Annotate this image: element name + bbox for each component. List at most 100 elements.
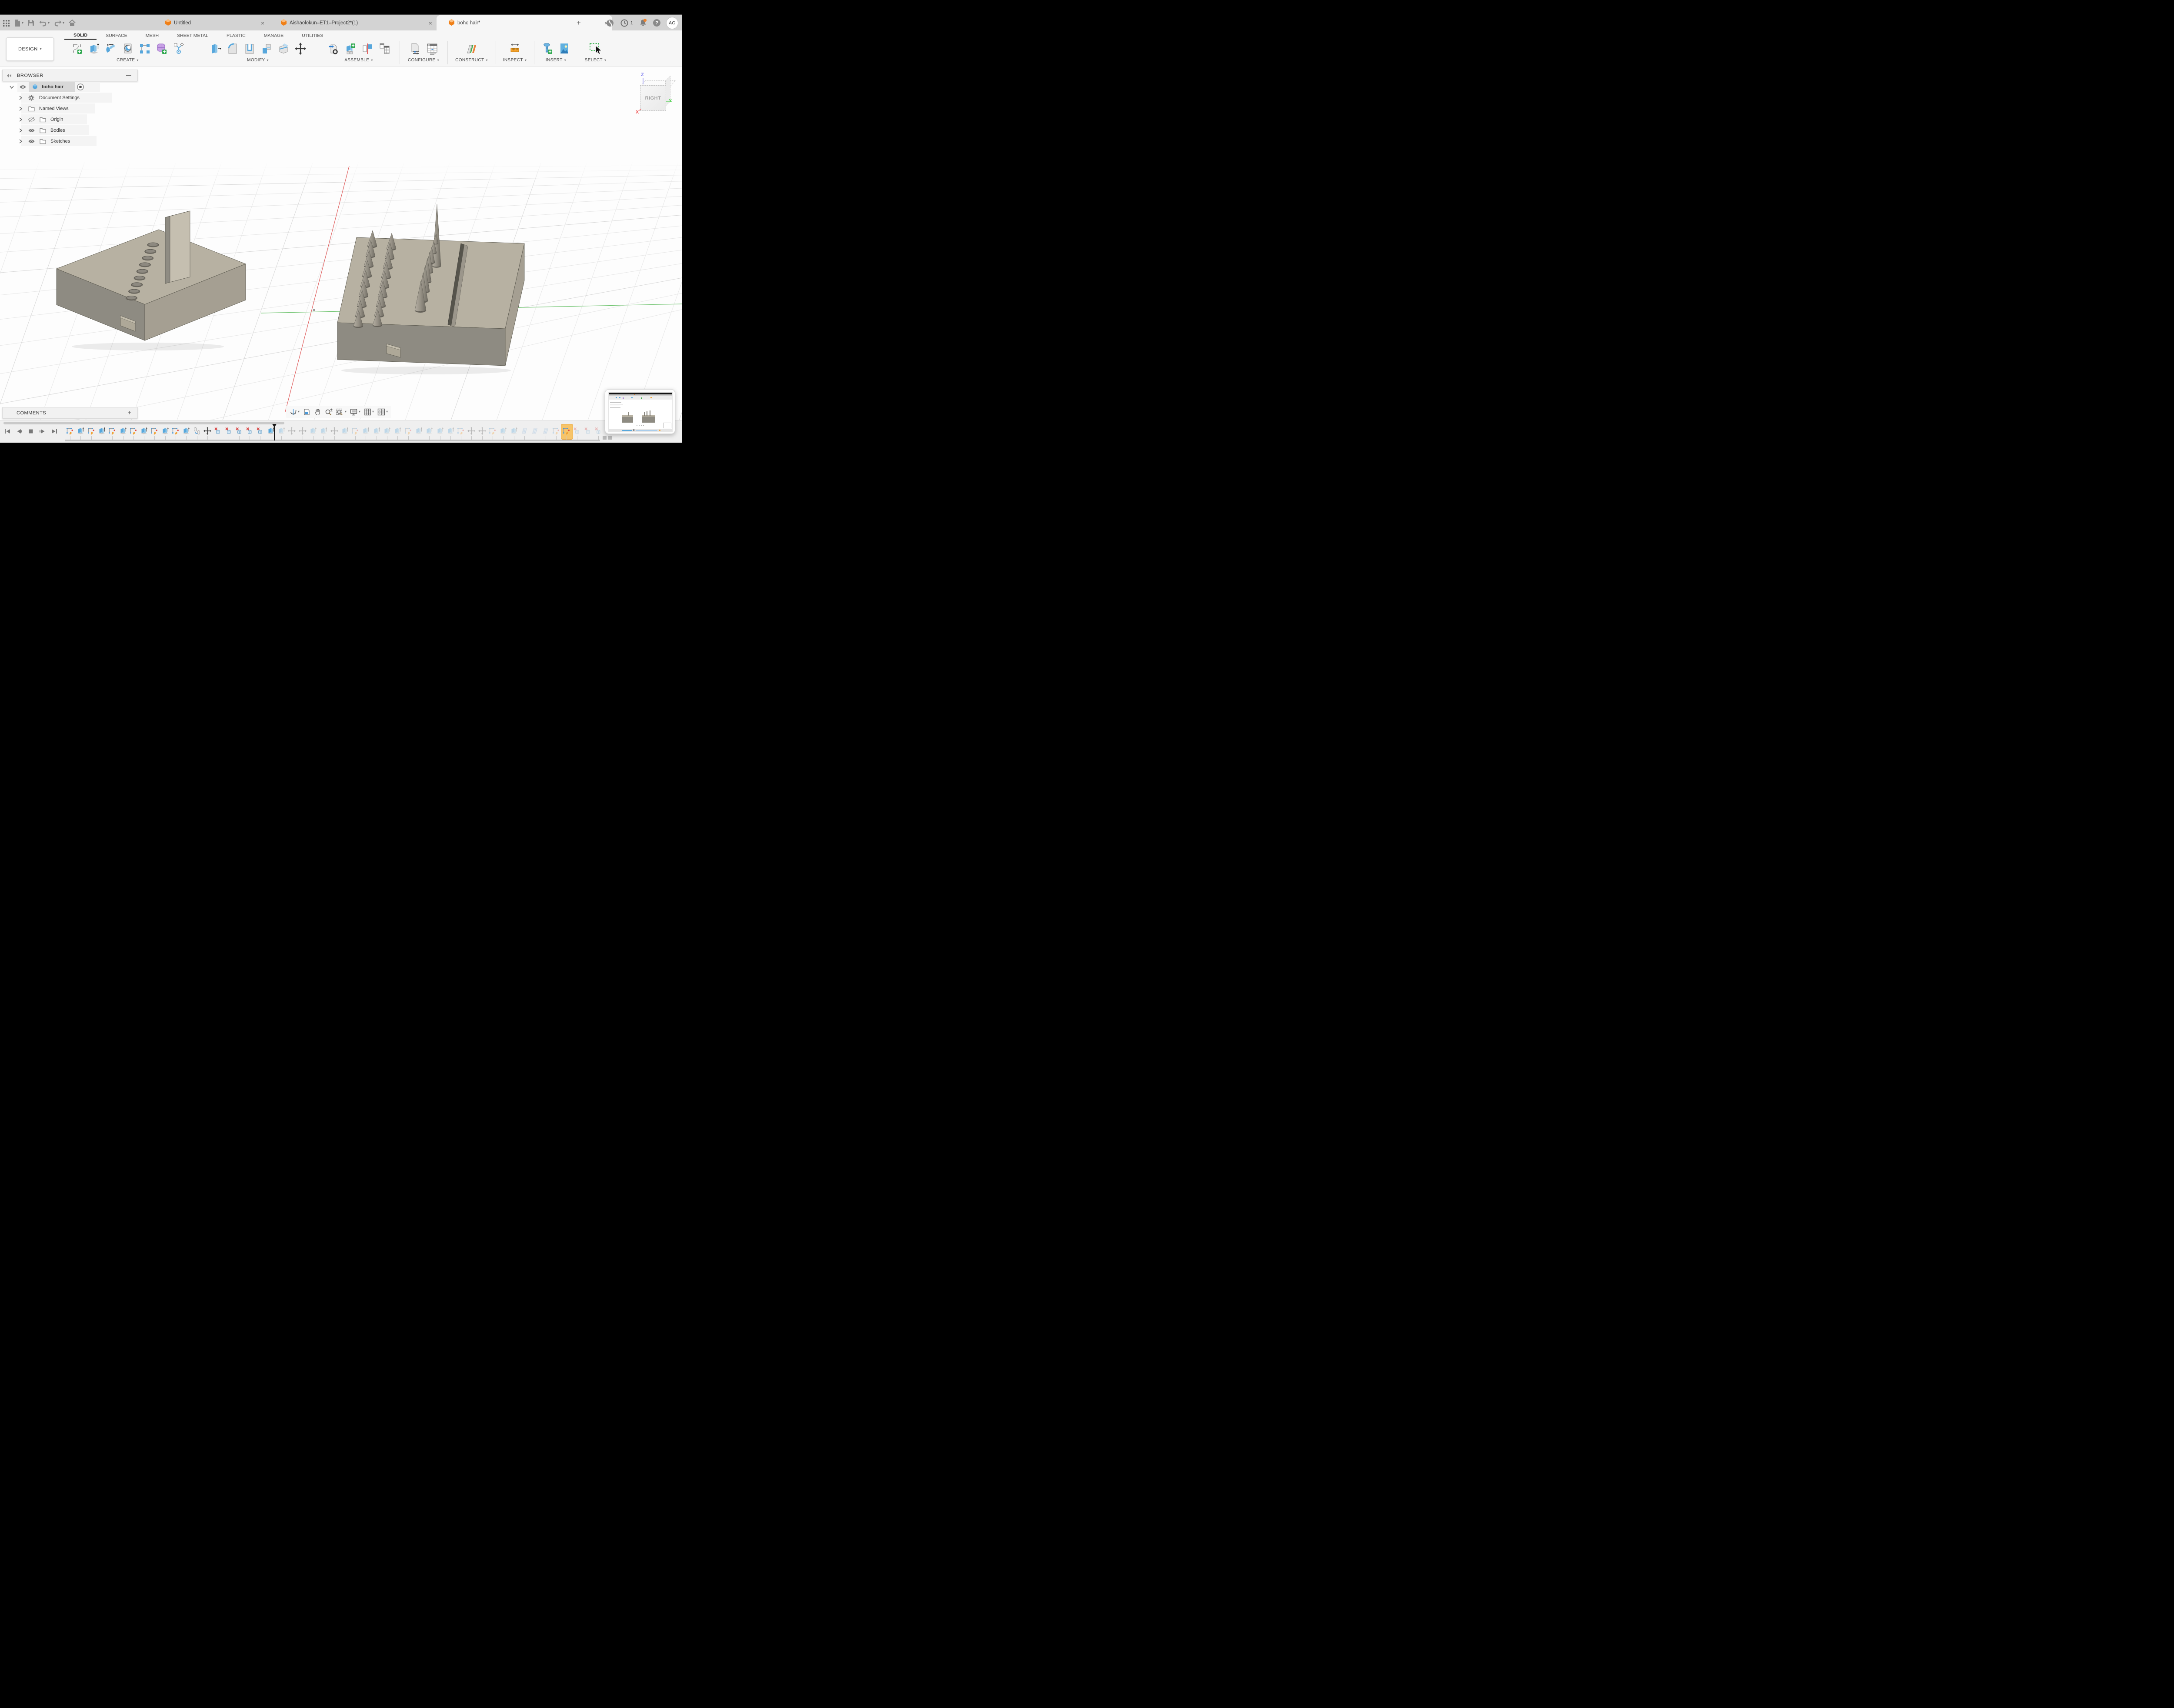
- timeline-feature-extrude[interactable]: [361, 427, 370, 435]
- design-workspace-dropdown[interactable]: DESIGN ▾: [6, 37, 54, 61]
- timeline-feature-extrude[interactable]: [393, 427, 402, 435]
- timeline-feature-sketch[interactable]: [351, 427, 360, 435]
- timeline-feature-extrude[interactable]: [319, 427, 328, 435]
- ribbon-tab-solid[interactable]: SOLID: [64, 30, 97, 40]
- timeline-feature-sketch[interactable]: [488, 427, 497, 435]
- timeline-feature-sketch[interactable]: [150, 427, 159, 435]
- timeline-feature-extrude[interactable]: [182, 427, 190, 435]
- configuration-table-button[interactable]: [427, 43, 438, 55]
- timeline-feature-extrude[interactable]: [161, 427, 170, 435]
- timeline-feature-plane[interactable]: [530, 427, 539, 435]
- insert-fastener-button[interactable]: [542, 43, 553, 55]
- timeline-feature-sketch[interactable]: [66, 427, 74, 435]
- expander-icon[interactable]: [17, 93, 23, 103]
- timeline-feature-move[interactable]: [298, 427, 307, 435]
- save-button[interactable]: [27, 19, 35, 27]
- timeline-feature-copy[interactable]: [193, 427, 201, 435]
- combine-button[interactable]: [261, 43, 272, 55]
- timeline-feature-plane[interactable]: [520, 427, 529, 435]
- timeline-feature-move[interactable]: [478, 427, 487, 435]
- timeline-feature-extrude[interactable]: [383, 427, 391, 435]
- derive-button[interactable]: [173, 43, 184, 55]
- group-label-create[interactable]: CREATE ▾: [57, 58, 198, 63]
- timeline-feature-extrude[interactable]: [425, 427, 433, 435]
- job-status-icon[interactable]: [606, 19, 614, 27]
- ribbon-tab-surface[interactable]: SURFACE: [97, 30, 137, 40]
- revolve-button[interactable]: [105, 43, 117, 55]
- timeline-feature-sketch[interactable]: [562, 427, 571, 435]
- playback-stop-button[interactable]: [28, 428, 34, 437]
- visibility-eye-icon[interactable]: [28, 136, 35, 146]
- ribbon-tab-mesh[interactable]: MESH: [137, 30, 168, 40]
- group-label-insert[interactable]: INSERT ▾: [534, 58, 578, 63]
- view-cube-face-label[interactable]: RIGHT: [640, 85, 666, 111]
- expander-icon[interactable]: [17, 125, 23, 135]
- timeline-feature-sketch[interactable]: [129, 427, 138, 435]
- ribbon-tab-plastic[interactable]: PLASTIC: [217, 30, 255, 40]
- notifications-icon[interactable]: [639, 18, 647, 27]
- version-history-icon[interactable]: 1: [620, 19, 633, 27]
- group-label-assemble[interactable]: ASSEMBLE ▾: [318, 58, 400, 63]
- move-copy-button[interactable]: [294, 43, 306, 55]
- timeline-feature-extrude[interactable]: [446, 427, 455, 435]
- timeline-feature-extrude[interactable]: [414, 427, 423, 435]
- timeline-feature-delete[interactable]: [256, 427, 264, 435]
- minimize-icon[interactable]: [126, 75, 131, 76]
- group-label-inspect[interactable]: INSPECT ▾: [496, 58, 534, 63]
- home-button[interactable]: [68, 19, 76, 27]
- timeline-feature-delete[interactable]: [224, 427, 233, 435]
- redo-button[interactable]: ▾: [53, 19, 64, 27]
- timeline-feature-move[interactable]: [203, 427, 212, 435]
- timeline-feature-delete[interactable]: [235, 427, 243, 435]
- timeline-feature-extrude[interactable]: [140, 427, 148, 435]
- document-tab-2[interactable]: Aishaolokun–ET1–Project2*(1) ×: [269, 15, 437, 30]
- split-body-button[interactable]: [278, 43, 289, 55]
- new-component-button[interactable]: [345, 43, 356, 55]
- timeline-feature-move[interactable]: [467, 427, 476, 435]
- comments-bar[interactable]: COMMENTS +: [2, 407, 138, 419]
- ribbon-tab-sheet-metal[interactable]: SHEET METAL: [168, 30, 217, 40]
- expander-icon[interactable]: [17, 103, 23, 113]
- screen-preview-window[interactable]: [605, 389, 675, 434]
- canvas-button[interactable]: [559, 43, 570, 55]
- timeline-feature-sketch[interactable]: [108, 427, 117, 435]
- look-at-tool[interactable]: [303, 408, 310, 416]
- visibility-eye-icon[interactable]: [19, 82, 27, 92]
- close-tab-icon[interactable]: ×: [423, 20, 432, 27]
- timeline-feature-extrude[interactable]: [277, 427, 286, 435]
- timeline-feature-extrude[interactable]: [119, 427, 127, 435]
- insert-link-button[interactable]: [328, 43, 339, 55]
- account-icon[interactable]: AO: [666, 17, 678, 29]
- browser-panel-header[interactable]: BROWSER: [2, 70, 138, 81]
- timeline-feature-move[interactable]: [330, 427, 339, 435]
- construct-plane-button[interactable]: [466, 43, 477, 55]
- timeline-feature-extrude[interactable]: [499, 427, 507, 435]
- timeline-feature-extrude[interactable]: [97, 427, 106, 435]
- joint-button[interactable]: [362, 43, 373, 55]
- timeline-feature-delete[interactable]: [573, 427, 581, 435]
- hole-button[interactable]: [122, 43, 133, 55]
- expander-icon[interactable]: [17, 114, 23, 124]
- visibility-eye-icon[interactable]: [28, 125, 35, 135]
- fit-tool[interactable]: ▾: [336, 408, 347, 416]
- playback-skip-end-button[interactable]: [51, 428, 57, 437]
- help-icon[interactable]: ?: [653, 19, 660, 27]
- measure-button[interactable]: [509, 43, 520, 55]
- timeline-feature-sketch[interactable]: [171, 427, 180, 435]
- group-label-configure[interactable]: CONFIGURE ▾: [400, 58, 447, 63]
- model-body-left[interactable]: [56, 210, 247, 350]
- file-menu-button[interactable]: ▾: [13, 19, 23, 27]
- pattern-button[interactable]: [139, 43, 150, 55]
- shell-button[interactable]: [244, 43, 255, 55]
- bom-button[interactable]: [379, 43, 390, 55]
- visibility-eye-icon[interactable]: [28, 114, 35, 124]
- undo-button[interactable]: ▾: [39, 19, 50, 27]
- playback-step-back-button[interactable]: [16, 428, 23, 437]
- playback-step-forward-button[interactable]: [39, 428, 46, 437]
- timeline-feature-delete[interactable]: [245, 427, 254, 435]
- configuration-button[interactable]: [410, 43, 421, 55]
- timeline-feature-delete[interactable]: [213, 427, 222, 435]
- model-body-right[interactable]: [337, 204, 525, 374]
- timeline-feature-extrude[interactable]: [309, 427, 317, 435]
- zoom-tool[interactable]: [325, 408, 333, 416]
